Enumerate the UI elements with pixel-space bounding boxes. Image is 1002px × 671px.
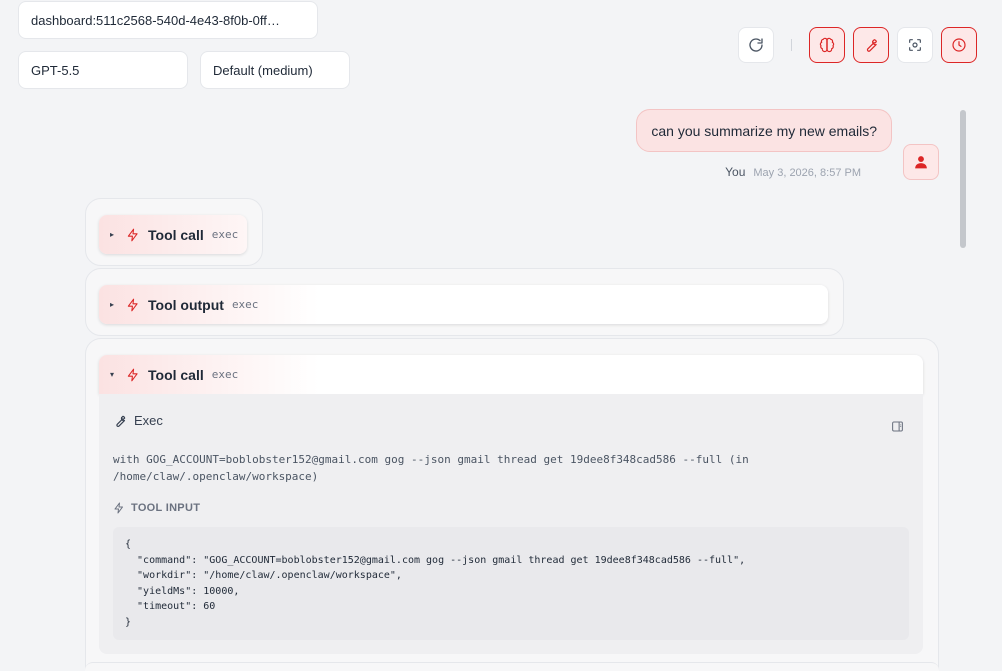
- code-line: {: [125, 539, 132, 550]
- code-line: "yieldMs": 10000,: [125, 585, 240, 597]
- collapse-caret-icon: ▸: [110, 230, 115, 239]
- tool-input-label: TOOL INPUT: [131, 502, 201, 514]
- session-select[interactable]: dashboard:511c2568-540d-4e43-8f0b-0ff…: [18, 1, 318, 39]
- bolt-icon: [126, 228, 140, 242]
- code-line: "command": "GOG_ACCOUNT=boblobster152@gm…: [125, 554, 746, 566]
- tool-kind: exec: [211, 228, 239, 241]
- expand-caret-icon: ▾: [110, 370, 115, 379]
- bolt-icon: [114, 502, 123, 514]
- tool-output-header[interactable]: ▸ Tool output exec: [99, 285, 828, 324]
- code-line: "timeout": 60: [125, 601, 216, 613]
- tool-input-code: { "command": "GOG_ACCOUNT=boblobster152@…: [113, 527, 909, 640]
- refresh-icon: [749, 38, 763, 52]
- message-timestamp: May 3, 2026, 8:57 PM: [753, 167, 861, 179]
- command-line: with GOG_ACCOUNT=boblobster152@gmail.com…: [113, 453, 749, 466]
- tool-kind: exec: [211, 368, 239, 381]
- brain-icon: [819, 37, 835, 53]
- thinking-toggle-button[interactable]: [809, 27, 845, 63]
- tool-command-text: with GOG_ACCOUNT=boblobster152@gmail.com…: [113, 451, 903, 485]
- tool-call-header[interactable]: ▾ Tool call exec: [99, 355, 923, 394]
- tool-kind: exec: [231, 298, 259, 311]
- wrench-icon: [866, 39, 877, 52]
- focus-icon: [909, 39, 921, 51]
- focus-mode-button[interactable]: [897, 27, 933, 63]
- collapse-caret-icon: ▸: [110, 300, 115, 309]
- cron-toggle-button[interactable]: [941, 27, 977, 63]
- model-select-value: GPT-5.5: [31, 62, 80, 78]
- code-line: "workdir": "/home/claw/.openclaw/workspa…: [125, 570, 402, 582]
- toolbar-divider: [791, 39, 792, 51]
- user-message-bubble: can you summarize my new emails?: [636, 109, 892, 152]
- open-sidebar-icon[interactable]: [891, 420, 904, 433]
- user-message-meta: You May 3, 2026, 8:57 PM: [725, 165, 861, 179]
- scrollbar-thumb[interactable]: [960, 110, 966, 248]
- tool-call-header[interactable]: ▸ Tool call exec: [99, 215, 247, 254]
- next-tool-group-edge: [85, 662, 939, 671]
- exec-label-text: Exec: [134, 413, 163, 428]
- tool-title: Tool call: [148, 226, 204, 243]
- wrench-icon: [116, 415, 126, 427]
- tools-toggle-button[interactable]: [853, 27, 889, 63]
- thinking-level-value: Default (medium): [213, 62, 313, 78]
- user-message-text: can you summarize my new emails?: [651, 122, 877, 139]
- thinking-level-select[interactable]: Default (medium): [200, 51, 350, 89]
- clock-icon: [952, 38, 966, 52]
- tool-title: Tool call: [148, 366, 204, 383]
- bolt-icon: [126, 298, 140, 312]
- user-avatar: [903, 144, 939, 180]
- bolt-icon: [126, 368, 140, 382]
- tool-input-heading: TOOL INPUT: [113, 502, 200, 514]
- refresh-button[interactable]: [738, 27, 774, 63]
- code-line: }: [125, 616, 132, 628]
- message-sender: You: [725, 165, 746, 179]
- tool-title: Tool output: [148, 296, 224, 313]
- command-line: /home/claw/.openclaw/workspace): [113, 470, 319, 483]
- session-select-value: dashboard:511c2568-540d-4e43-8f0b-0ff…: [31, 12, 280, 28]
- exec-label: Exec: [113, 413, 163, 428]
- user-icon: [915, 156, 927, 169]
- model-select[interactable]: GPT-5.5: [18, 51, 188, 89]
